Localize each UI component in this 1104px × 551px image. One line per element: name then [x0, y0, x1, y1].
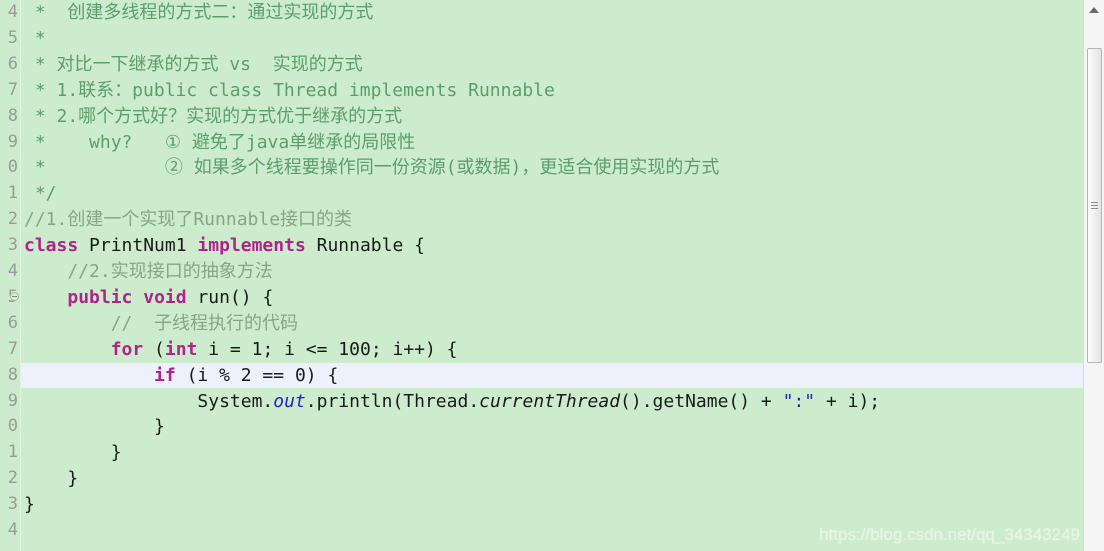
line-number: 7: [7, 79, 18, 100]
code-line-text: * ② 如果多个线程要操作同一份资源(或数据)，更适合使用实现的方式: [24, 157, 720, 179]
line-number: 5: [7, 27, 18, 48]
code-line-text: * 对比一下继承的方式 vs 实现的方式: [24, 53, 363, 75]
code-line[interactable]: }: [21, 440, 1083, 466]
line-number: 7: [7, 338, 18, 359]
line-number: 4: [7, 261, 18, 281]
code-line[interactable]: * 1.联系：public class Thread implements Ru…: [21, 78, 1083, 104]
code-line[interactable]: for (int i = 1; i <= 100; i++) {: [21, 337, 1083, 363]
code-line-text: }: [24, 468, 79, 490]
code-fold-toggle-icon[interactable]: [10, 292, 19, 301]
code-line[interactable]: public void run() {: [21, 285, 1083, 311]
line-number: 2: [7, 468, 18, 489]
line-number: 3: [7, 494, 18, 515]
line-number: 8: [7, 364, 18, 385]
line-number: 2: [7, 209, 18, 230]
line-number: 0: [7, 416, 18, 437]
vertical-scroll-thumb[interactable]: [1087, 48, 1102, 363]
code-line-text: class PrintNum1 implements Runnable {: [24, 235, 425, 257]
code-line[interactable]: //2.实现接口的抽象方法: [21, 259, 1083, 285]
scroll-up-arrow-icon[interactable]: [1084, 0, 1104, 18]
code-line[interactable]: System.out.println(Thread.currentThread(…: [21, 389, 1083, 415]
vertical-scrollbar[interactable]: [1083, 0, 1104, 551]
code-text-area[interactable]: * 创建多线程的方式二：通过实现的方式 * * 对比一下继承的方式 vs 实现的…: [21, 0, 1083, 551]
code-line-text: }: [24, 442, 122, 464]
code-line[interactable]: */: [21, 181, 1083, 207]
code-line[interactable]: * 创建多线程的方式二：通过实现的方式: [21, 0, 1083, 26]
line-number: 1: [7, 442, 18, 463]
line-number: 0: [7, 157, 18, 178]
triangle-up-icon: [1089, 7, 1099, 13]
code-line-text: * 创建多线程的方式二：通过实现的方式: [24, 2, 374, 23]
code-line-text: */: [24, 183, 57, 205]
code-line-text: public void run() {: [67, 286, 274, 308]
line-number: 3: [7, 235, 18, 256]
code-line[interactable]: }: [21, 414, 1083, 440]
line-number: 4: [7, 2, 18, 22]
code-line[interactable]: }: [21, 466, 1083, 492]
code-line[interactable]: * 2.哪个方式好？实现的方式优于继承的方式: [21, 104, 1083, 130]
code-editor-window: 4 5 6 7 8 9 0 1 2 3 4 5 6 7 8 9 0 1 2 3 …: [0, 0, 1104, 551]
line-number: 9: [7, 390, 18, 411]
watermark-url: https://blog.csdn.net/qq_34343249: [819, 525, 1080, 544]
code-line[interactable]: //1.创建一个实现了Runnable接口的类: [21, 207, 1083, 233]
code-line-text: * 2.哪个方式好？实现的方式优于继承的方式: [24, 105, 403, 127]
line-number: 6: [7, 312, 18, 333]
code-line[interactable]: * ② 如果多个线程要操作同一份资源(或数据)，更适合使用实现的方式: [21, 155, 1083, 181]
code-line-text: //1.创建一个实现了Runnable接口的类: [24, 209, 353, 231]
code-line-text: for (int i = 1; i <= 100; i++) {: [110, 338, 458, 360]
line-number-gutter: 4 5 6 7 8 9 0 1 2 3 4 5 6 7 8 9 0 1 2 3 …: [0, 0, 20, 551]
line-number: 1: [7, 183, 18, 204]
line-number: 8: [7, 105, 18, 126]
code-line-current[interactable]: if (i % 2 == 0) {: [21, 362, 1083, 389]
code-line-text: //2.实现接口的抽象方法: [24, 261, 273, 282]
code-line[interactable]: * 对比一下继承的方式 vs 实现的方式: [21, 52, 1083, 78]
gutter-divider: [20, 0, 21, 551]
line-number: 4: [7, 520, 18, 540]
line-number: 9: [7, 131, 18, 152]
code-line[interactable]: class PrintNum1 implements Runnable {: [21, 233, 1083, 259]
code-line-text: * why? ① 避免了java单继承的局限性: [24, 131, 416, 153]
code-line-text: * 1.联系：public class Thread implements Ru…: [24, 79, 555, 101]
code-line-text: }: [24, 416, 165, 438]
code-line[interactable]: * why? ① 避免了java单继承的局限性: [21, 130, 1083, 156]
scroll-thumb-grip-icon: [1091, 201, 1098, 211]
code-line-text: if (i % 2 == 0) {: [154, 364, 339, 386]
code-line-text: System.out.println(Thread.currentThread(…: [24, 390, 881, 412]
line-number: 6: [7, 53, 18, 74]
code-line-text: }: [24, 494, 35, 516]
code-line-text: // 子线程执行的代码: [24, 312, 299, 334]
code-line[interactable]: }: [21, 492, 1083, 518]
code-line[interactable]: // 子线程执行的代码: [21, 311, 1083, 337]
code-line-text: *: [24, 27, 46, 49]
code-line[interactable]: *: [21, 26, 1083, 52]
